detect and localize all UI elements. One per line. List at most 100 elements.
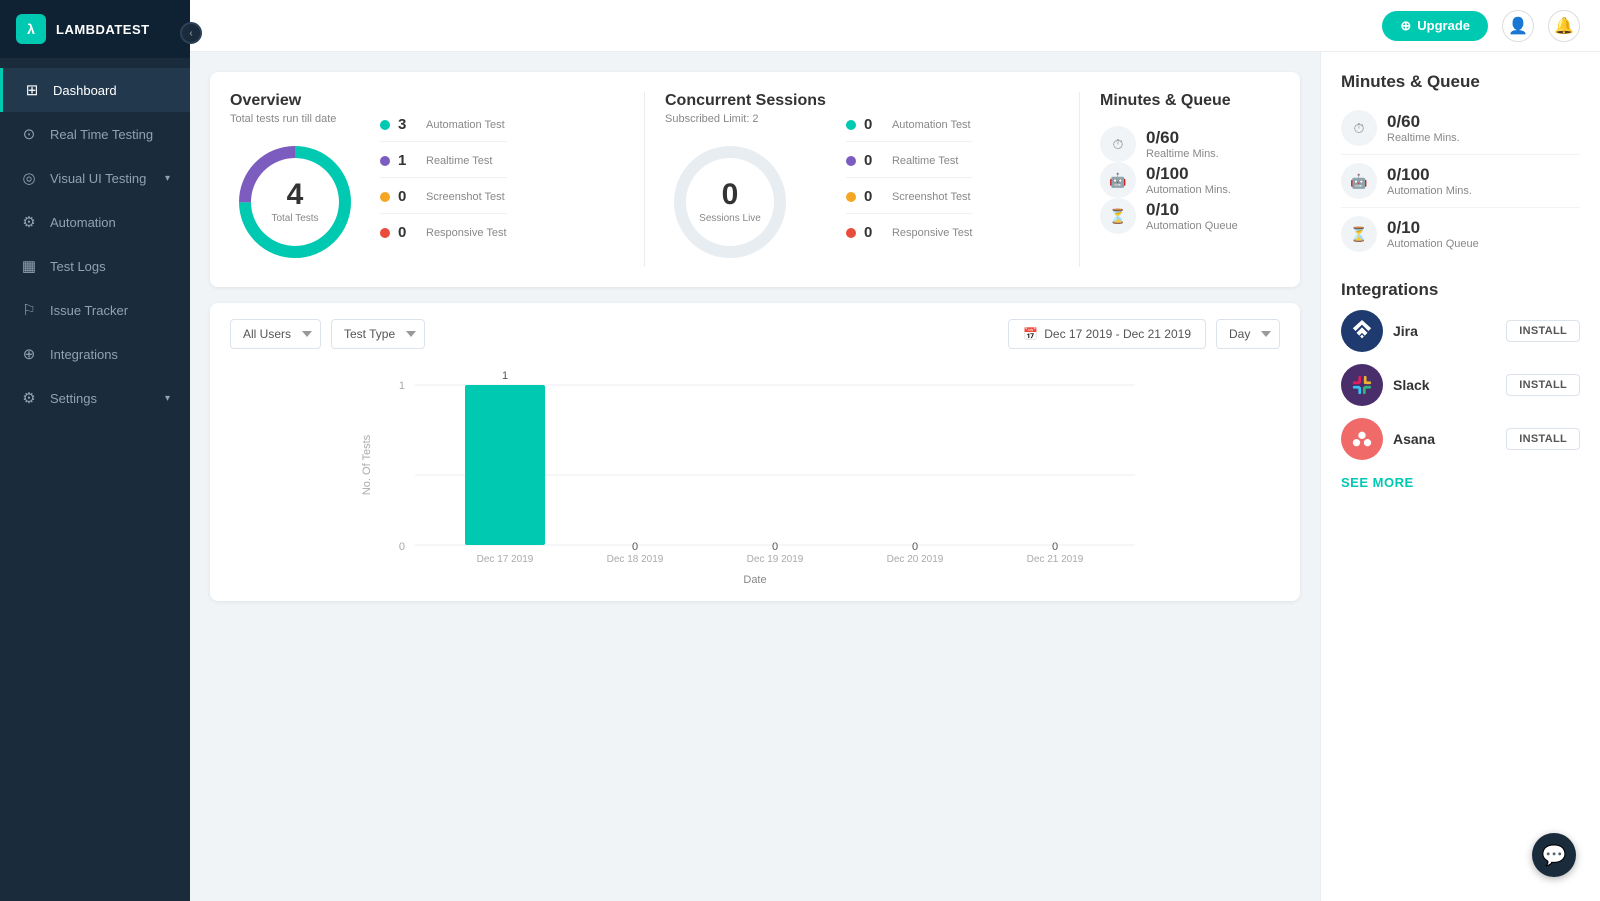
minutes-right-value: 0/100 [1387,165,1472,185]
integrations-icon: ⊕ [20,345,38,363]
upgrade-label: Upgrade [1417,18,1470,33]
chart-section: All Users Test Type 📅 Dec 17 2019 - Dec … [210,303,1300,601]
minutes-icon: ⏳ [1100,198,1136,234]
sidebar-toggle-button[interactable]: ‹ [180,22,202,44]
stat-dot [846,192,856,202]
sidebar-item-settings[interactable]: ⚙ Settings ▾ [0,376,190,420]
minutes-title: Minutes & Queue [1100,92,1280,110]
sidebar-label-issuetracker: Issue Tracker [50,303,128,318]
slack-install-button[interactable]: INSTALL [1506,374,1580,396]
sidebar-item-testlogs[interactable]: ▦ Test Logs [0,244,190,288]
minutes-right-title: Minutes & Queue [1341,72,1580,92]
svg-text:Dec 20 2019: Dec 20 2019 [887,554,944,565]
minutes-item: ⏱ 0/60 Realtime Mins. [1100,126,1280,162]
date-range-button[interactable]: 📅 Dec 17 2019 - Dec 21 2019 [1008,319,1206,349]
sidebar-nav: ⊞ Dashboard ⊙ Real Time Testing ◎ Visual… [0,58,190,901]
svg-text:0: 0 [632,541,638,553]
minutes-label: Automation Mins. [1146,184,1231,196]
stat-name: Responsive Test [892,227,973,239]
chart-area: 1 0 No. Of Tests 1 Dec 17 2019 0 Dec 18 … [230,365,1280,585]
asana-install-button[interactable]: INSTALL [1506,428,1580,450]
chart-controls: All Users Test Type 📅 Dec 17 2019 - Dec … [230,319,1280,349]
minutes-right-icon: ⏳ [1341,216,1377,252]
stat-name: Realtime Test [426,155,492,167]
stat-dot [380,156,390,166]
jira-install-button[interactable]: INSTALL [1506,320,1580,342]
realtime-icon: ⊙ [20,125,38,143]
upgrade-icon: ⊕ [1400,18,1411,34]
dashboard-icon: ⊞ [23,81,41,99]
user-avatar-button[interactable]: 👤 [1502,10,1534,42]
stat-name: Screenshot Test [426,191,505,203]
overview-stats-list: 3 Automation Test 1 Realtime Test 0 Scre… [380,116,507,249]
concurrent-stat-item: 0 Screenshot Test [846,188,973,214]
integrations-title: Integrations [1341,280,1580,300]
minutes-right-info: 0/100 Automation Mins. [1387,165,1472,197]
period-select[interactable]: Day [1216,319,1280,349]
svg-text:0: 0 [1052,541,1058,553]
sidebar-item-dashboard[interactable]: ⊞ Dashboard [0,68,190,112]
asana-logo [1341,418,1383,460]
stat-dot [846,228,856,238]
jira-logo [1341,310,1383,352]
slack-info: Slack [1393,377,1496,393]
integrations-section: Integrations Jira INSTALL Slack INSTALL … [1341,280,1580,492]
concurrent-stats-list: 0 Automation Test 0 Realtime Test 0 Scre… [846,116,973,249]
minutes-label: Realtime Mins. [1146,148,1219,160]
chart-x-label: Date [230,574,1280,586]
stat-name: Responsive Test [426,227,507,239]
chevron-icon: ▾ [165,393,170,404]
donut-center: 4 Total Tests [271,180,318,224]
notifications-button[interactable]: 🔔 [1548,10,1580,42]
automation-icon: ⚙ [20,213,38,231]
svg-text:0: 0 [399,541,405,553]
jira-info: Jira [1393,323,1496,339]
svg-text:Dec 17 2019: Dec 17 2019 [477,554,534,565]
minutes-right-item: ⏱ 0/60 Realtime Mins. [1341,102,1580,154]
stat-value: 0 [398,188,418,205]
sidebar-item-visual[interactable]: ◎ Visual UI Testing ▾ [0,156,190,200]
minutes-right-icon: 🤖 [1341,163,1377,199]
stat-name: Automation Test [892,119,971,131]
sidebar-label-integrations: Integrations [50,347,118,362]
integration-item-slack: Slack INSTALL [1341,364,1580,406]
visual-icon: ◎ [20,169,38,187]
users-filter-select[interactable]: All Users [230,319,321,349]
chat-button[interactable]: 💬 [1532,833,1576,877]
asana-name: Asana [1393,431,1496,447]
total-tests-value: 4 [271,180,318,210]
minutes-right-section: Minutes & Queue ⏱ 0/60 Realtime Mins. 🤖 … [1341,72,1580,260]
svg-text:No. Of Tests: No. Of Tests [361,434,373,495]
stat-dot [846,120,856,130]
stat-dot [846,156,856,166]
right-panel: Minutes & Queue ⏱ 0/60 Realtime Mins. 🤖 … [1320,52,1600,901]
main-content: ⊕ Upgrade 👤 🔔 Overview Total tests run t… [190,0,1600,901]
see-more-link[interactable]: SEE MORE [1341,475,1414,490]
upgrade-button[interactable]: ⊕ Upgrade [1382,11,1488,41]
concurrent-stat-item: 0 Realtime Test [846,152,973,178]
sidebar-label-testlogs: Test Logs [50,259,106,274]
sidebar-item-automation[interactable]: ⚙ Automation [0,200,190,244]
sidebar-item-integrations[interactable]: ⊕ Integrations [0,332,190,376]
concurrent-subtitle: Subscribed Limit: 2 [665,113,826,125]
minutes-info: 0/100 Automation Mins. [1146,164,1231,196]
svg-text:Dec 19 2019: Dec 19 2019 [747,554,804,565]
svg-text:1: 1 [502,370,508,382]
stat-value: 3 [398,116,418,133]
sessions-live-value: 0 [699,180,761,210]
sidebar: λ LAMBDATEST ‹ ⊞ Dashboard ⊙ Real Time T… [0,0,190,901]
test-type-filter-select[interactable]: Test Type [331,319,425,349]
svg-text:1: 1 [399,380,405,392]
slack-name: Slack [1393,377,1496,393]
content-area: Overview Total tests run till date [190,52,1600,901]
sidebar-item-realtime[interactable]: ⊙ Real Time Testing [0,112,190,156]
sidebar-item-issuetracker[interactable]: ⚐ Issue Tracker [0,288,190,332]
donut-chart: 4 Total Tests [230,137,360,267]
sidebar-label-realtime: Real Time Testing [50,127,153,142]
overview-subtitle: Total tests run till date [230,113,360,125]
sidebar-header: λ LAMBDATEST [0,0,190,58]
main-panel: Overview Total tests run till date [190,52,1320,901]
concurrent-title: Concurrent Sessions [665,92,826,110]
stat-dot [380,192,390,202]
minutes-item: 🤖 0/100 Automation Mins. [1100,162,1280,198]
